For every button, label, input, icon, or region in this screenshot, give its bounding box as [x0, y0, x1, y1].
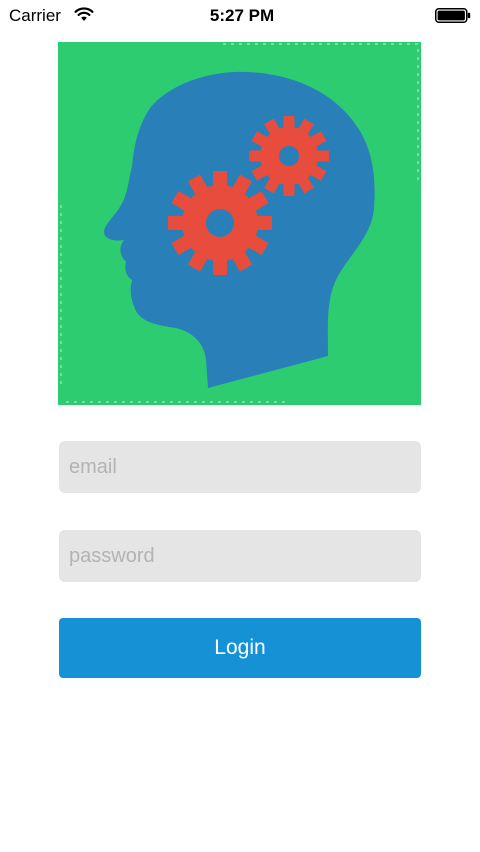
- login-button[interactable]: Login: [59, 618, 421, 678]
- head-with-gears-icon: [58, 42, 421, 405]
- clock-time: 5:27 PM: [209, 6, 275, 25]
- email-field[interactable]: [59, 441, 421, 493]
- battery-full-icon: [435, 8, 471, 23]
- status-bar: Carrier 5:27 PM: [0, 0, 480, 32]
- password-field[interactable]: [59, 530, 421, 582]
